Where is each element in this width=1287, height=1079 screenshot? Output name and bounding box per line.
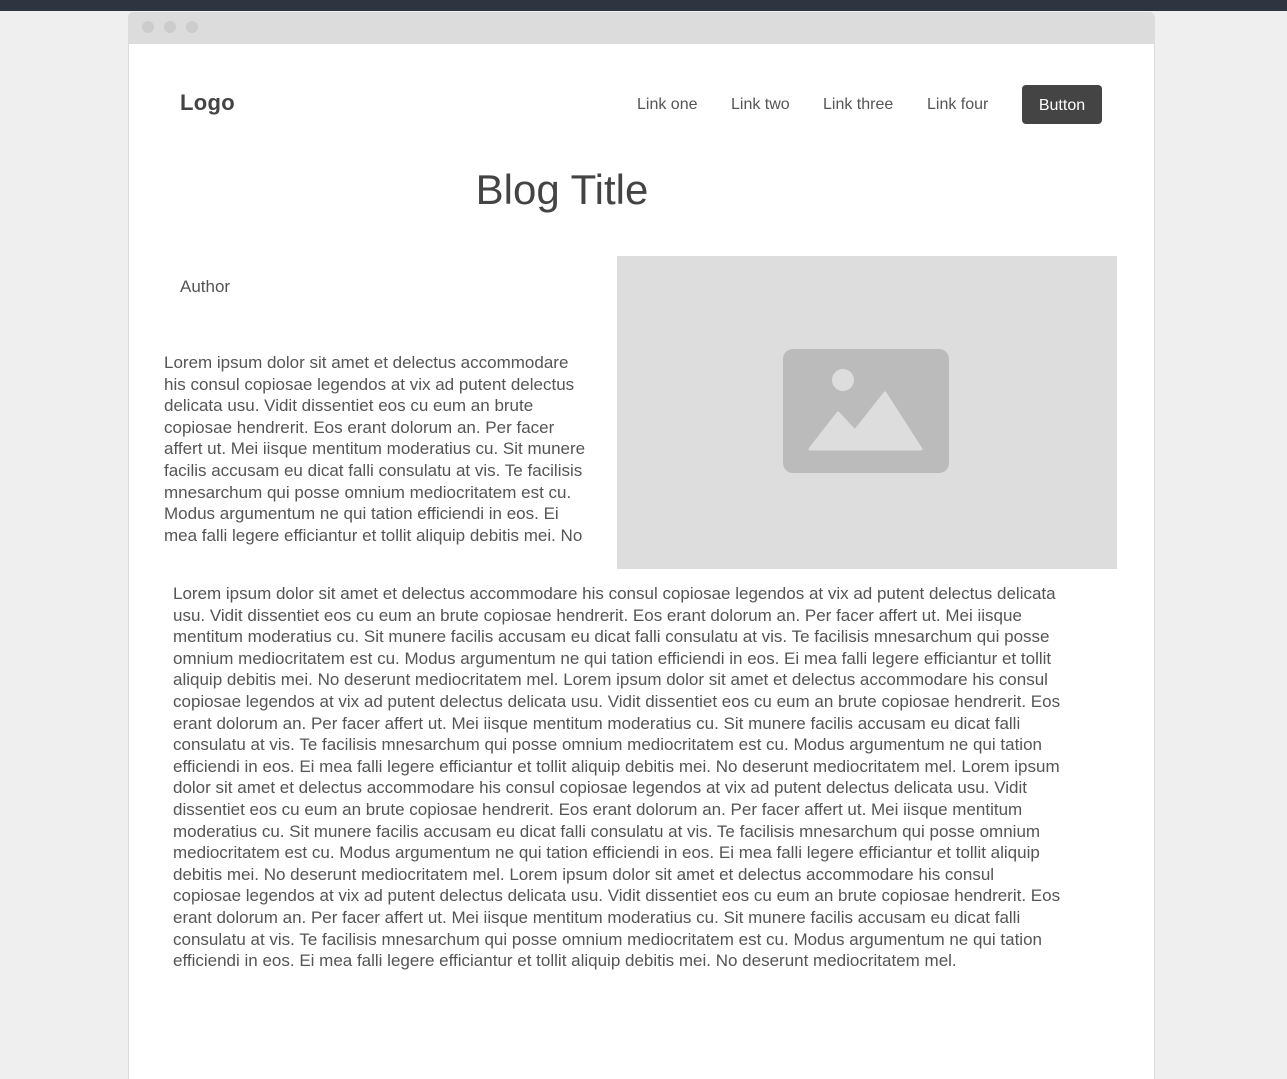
window-maximize-dot[interactable] bbox=[186, 21, 198, 33]
browser-window: Logo Link one Link two Link three Link f… bbox=[128, 12, 1155, 1079]
page-title: Blog Title bbox=[475, 166, 649, 213]
nav-link-three[interactable]: Link three bbox=[823, 96, 893, 114]
author-label: Author bbox=[180, 277, 231, 296]
image-icon bbox=[783, 349, 949, 473]
nav-link-four[interactable]: Link four bbox=[927, 96, 988, 114]
header-button[interactable]: Button bbox=[1022, 85, 1102, 124]
intro-paragraph: Lorem ipsum dolor sit amet et delectus a… bbox=[164, 353, 586, 545]
top-bar bbox=[0, 0, 1287, 11]
logo[interactable]: Logo bbox=[180, 90, 235, 116]
window-titlebar bbox=[129, 12, 1154, 44]
nav-link-one[interactable]: Link one bbox=[637, 96, 698, 114]
image-placeholder bbox=[617, 256, 1117, 569]
window-close-dot[interactable] bbox=[142, 21, 154, 33]
window-minimize-dot[interactable] bbox=[164, 21, 176, 33]
body-paragraph: Lorem ipsum dolor sit amet et delectus a… bbox=[173, 584, 1061, 971]
nav-link-two[interactable]: Link two bbox=[731, 96, 790, 114]
